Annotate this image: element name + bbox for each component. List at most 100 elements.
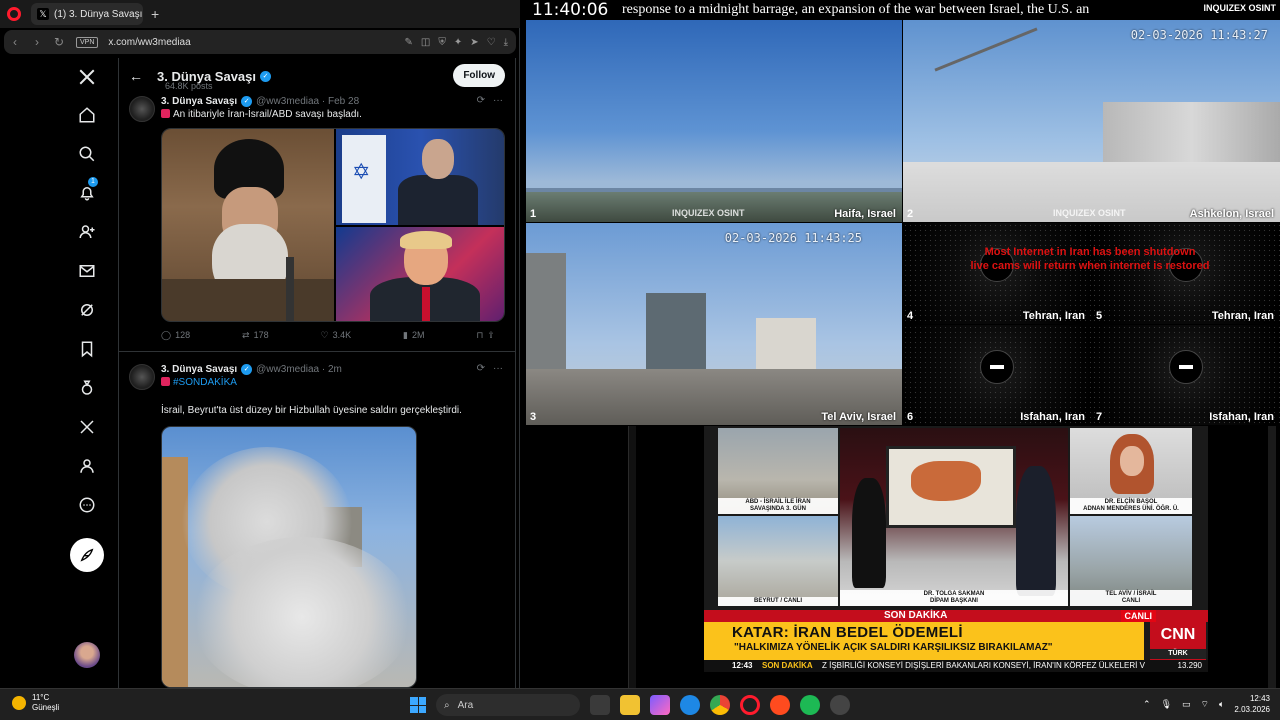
tweet-avatar[interactable] (129, 96, 155, 122)
opera-icon[interactable] (740, 695, 760, 715)
grok-icon[interactable]: ⟳ (477, 95, 485, 106)
more-icon[interactable] (74, 492, 100, 518)
tweet-text: An itibariyle İran-İsrail/ABD savaşı baş… (161, 108, 505, 122)
opera-gx-icon[interactable] (770, 695, 790, 715)
chrome-icon[interactable] (710, 695, 730, 715)
x-logo-icon[interactable] (74, 64, 100, 90)
camera-number: 6 (907, 411, 914, 423)
repost-button[interactable]: ⇄ 178 (242, 330, 269, 341)
volume-icon[interactable]: 🔈︎ (1219, 699, 1224, 710)
taskbar-clock[interactable]: 12:43 2.03.2026 (1234, 693, 1270, 715)
tweet[interactable]: 3. Dünya Savaşı ✓ @ww3mediaa · Feb 28 ⟳ … (119, 94, 515, 352)
camera-icon[interactable]: ◫ (421, 37, 430, 48)
task-view-icon[interactable] (590, 695, 610, 715)
edge-icon[interactable] (680, 695, 700, 715)
send-icon[interactable]: ➤ (470, 37, 478, 48)
copilot-icon[interactable] (650, 695, 670, 715)
messages-icon[interactable] (74, 258, 100, 284)
tray-expand-icon[interactable]: ⌃ (1143, 699, 1151, 710)
notice-line-1: Most Internet in Iran has been shutdown (984, 246, 1196, 258)
caption-line: SAVAŞINDA 3. GÜN (750, 506, 806, 512)
internet-shutdown-notice: Most Internet in Iran has been shutdown … (915, 245, 1265, 273)
new-tab-button[interactable]: + (151, 6, 159, 22)
forward-icon[interactable]: › (26, 35, 48, 49)
like-count: 3.4K (332, 330, 352, 340)
steam-icon[interactable] (830, 695, 850, 715)
opera-logo-icon[interactable] (7, 7, 21, 21)
inquizex-logo: INQUIZEX OSINT (1201, 3, 1278, 13)
profile-icon[interactable] (74, 453, 100, 479)
like-button[interactable]: ♡ 3.4K (321, 330, 352, 341)
extensions-icon[interactable]: ✦ (454, 37, 462, 48)
jobs-icon[interactable] (74, 375, 100, 401)
camera-timestamp: 02-03-2026 11:43:27 (1130, 28, 1268, 42)
grok-icon[interactable] (74, 297, 100, 323)
empty-video-area (526, 426, 704, 688)
back-arrow-icon[interactable]: ← (129, 68, 157, 84)
tweet-stats: ◯ 128 ⇄ 178 ♡ 3.4K ▮ 2M ⊓ ⇪ (161, 322, 505, 348)
news-crawl: 12:43 SON DAKİKA Z İŞBİRLİĞİ KONSEYİ DIŞ… (704, 660, 1208, 672)
feed-war-day3: ABD - İSRAİL İLE İRAN SAVAŞINDA 3. GÜN (718, 428, 838, 514)
views-button[interactable]: ▮ 2M (403, 330, 424, 341)
notifications-icon[interactable]: 1 (74, 177, 100, 206)
tweet-handle[interactable]: @ww3mediaa · 2m (256, 364, 342, 375)
tweet-author[interactable]: 3. Dünya Savaşı (161, 364, 237, 375)
presenter (852, 478, 886, 588)
camera-number: 4 (907, 310, 914, 322)
shield-icon[interactable]: ⛨ (438, 37, 446, 48)
start-menu-icon[interactable] (410, 697, 426, 713)
tweet-hashtag[interactable]: #SONDAKİKA (161, 376, 505, 390)
scrollbar[interactable] (1268, 426, 1276, 688)
follow-button[interactable]: Follow (453, 64, 505, 87)
heart-icon: ♡ (320, 329, 329, 340)
repost-count: 178 (253, 330, 269, 340)
edit-icon[interactable]: ✎ (404, 37, 412, 48)
tweet-image-collage[interactable] (161, 128, 505, 322)
tab-bar: 𝕏 (1) 3. Dünya Savaşı (@ww + (0, 0, 520, 28)
download-icon[interactable]: ⤓ (504, 37, 508, 48)
home-icon[interactable] (74, 102, 100, 128)
more-options-icon[interactable]: ··· (493, 95, 503, 106)
photo-trump (336, 227, 504, 321)
share-icon[interactable]: ⇪ (487, 330, 495, 341)
siren-icon (161, 109, 170, 118)
tweet-image-explosion[interactable] (161, 426, 417, 688)
vpn-badge[interactable]: VPN (76, 36, 99, 48)
compose-post-button[interactable] (70, 538, 104, 572)
file-explorer-icon[interactable] (620, 695, 640, 715)
follow-icon[interactable] (74, 219, 100, 245)
taskbar-search[interactable]: ⌕ Ara (436, 694, 580, 716)
explore-icon[interactable] (74, 141, 100, 167)
premium-x-icon[interactable] (74, 414, 100, 440)
microphone-icon[interactable]: 🎙︎ (1161, 699, 1172, 710)
guest (1016, 466, 1056, 596)
account-avatar[interactable] (74, 642, 100, 668)
tab-x-profile[interactable]: 𝕏 (1) 3. Dünya Savaşı (@ww (31, 3, 143, 25)
watermark: INQUIZEX OSINT (672, 208, 745, 218)
more-options-icon[interactable]: ··· (493, 363, 503, 374)
tweet[interactable]: 3. Dünya Savaşı ✓ @ww3mediaa · 2m ⟳ ··· … (119, 352, 515, 688)
display-icon[interactable]: ▭ (1182, 699, 1191, 710)
tweet-header: 3. Dünya Savaşı ✓ @ww3mediaa · 2m (161, 362, 505, 376)
camera-number: 3 (530, 411, 537, 423)
reply-button[interactable]: ◯ 128 (161, 330, 190, 341)
tweet-handle[interactable]: @ww3mediaa · Feb 28 (256, 96, 359, 107)
grok-icon[interactable]: ⟳ (477, 363, 485, 374)
caption-line: DR. ELÇİN BAŞOL (1104, 499, 1158, 505)
reload-icon[interactable]: ↻ (48, 35, 70, 49)
siren-icon (161, 377, 170, 386)
caption-line: DR. TOLGA SAKMAN (923, 591, 985, 597)
wifi-icon[interactable]: ⌔ (1201, 699, 1209, 710)
bookmarks-icon[interactable] (74, 336, 100, 362)
scrollbar[interactable] (628, 426, 636, 688)
spotify-icon[interactable] (800, 695, 820, 715)
tweet-avatar[interactable] (129, 364, 155, 390)
heart-icon[interactable]: ♡ (487, 37, 496, 48)
caption: TEL AVİV / İSRAİL CANLI (1070, 590, 1192, 606)
bookmark-icon[interactable]: ⊓ (476, 330, 483, 341)
back-icon[interactable]: ‹ (4, 35, 26, 49)
camera-feed-ashkelon: 02-03-2026 11:43:27 INQUIZEX OSINT 2 Ash… (903, 20, 1280, 222)
weather-widget[interactable]: 11°C Güneşli (12, 693, 59, 713)
tweet-author[interactable]: 3. Dünya Savaşı (161, 96, 237, 107)
url-field[interactable]: x.com/ww3mediaa (108, 37, 404, 48)
